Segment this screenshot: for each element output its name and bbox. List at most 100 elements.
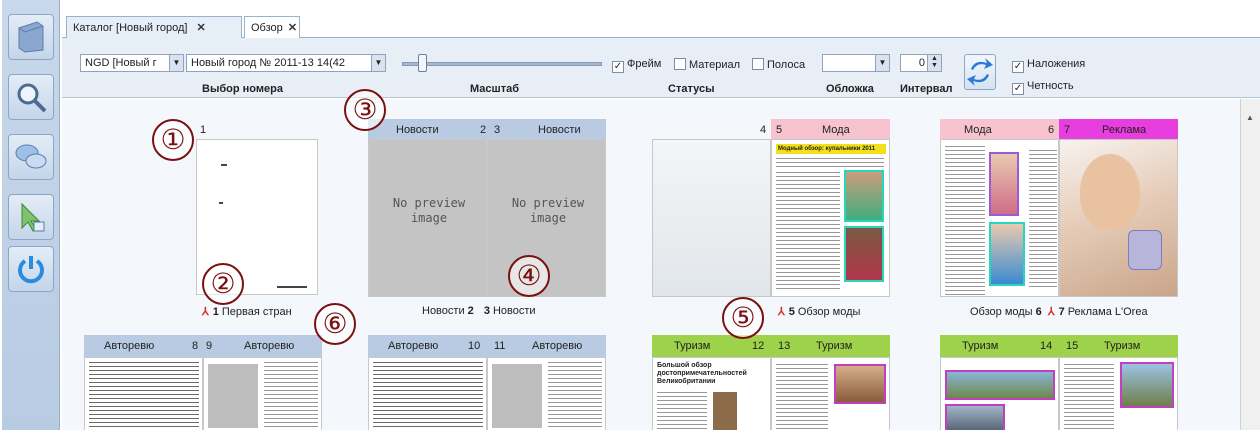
check-icon: ✓ [1012, 61, 1024, 73]
section-label: Туризм [962, 340, 999, 352]
page-number: 7 [1058, 306, 1065, 318]
publication-select[interactable]: NGD [Новый г ▼ [80, 54, 184, 72]
page-title: Первая стран [221, 306, 292, 318]
page-number: 9 [206, 340, 213, 352]
section-label: Авторевю [104, 340, 155, 352]
comments-icon[interactable] [8, 134, 54, 180]
page-title: Обзор моды [970, 306, 1033, 318]
section-label: Новости [396, 124, 439, 136]
page-thumbnail[interactable] [940, 357, 1059, 430]
interval-value: 0 [918, 57, 925, 69]
issue-select-value: Новый город № 2011-13 14(42 [191, 57, 345, 69]
pdf-icon[interactable]: ⅄ [1048, 306, 1055, 318]
chevron-down-icon[interactable]: ▼ [371, 55, 385, 71]
page-thumbnail[interactable] [940, 139, 1059, 297]
scale-slider-thumb[interactable] [418, 54, 427, 72]
tab-overview[interactable]: Обзор ✕ [244, 16, 300, 39]
frame-checkbox[interactable]: ✓ Фрейм [612, 58, 661, 73]
section-label: Авторевю [244, 340, 295, 352]
statuses-label: Статусы [668, 83, 715, 95]
page-thumbnail[interactable]: Большой обзор достопримечательностей Вел… [652, 357, 771, 430]
pdf-icon[interactable]: ⅄ [778, 306, 785, 318]
page-number: 4 [760, 124, 767, 136]
page-thumbnail[interactable] [84, 357, 203, 430]
search-icon[interactable] [8, 74, 54, 120]
strip-label: Полоса [767, 59, 806, 71]
page-number: 1 [200, 124, 207, 136]
interval-input[interactable]: 0 ▲ ▼ [900, 54, 942, 72]
page-number: 10 [468, 340, 481, 352]
page-title: Обзор моды [797, 306, 861, 318]
material-label: Материал [689, 59, 740, 71]
page-thumbnail[interactable] [1059, 357, 1178, 430]
section-label: Туризм [816, 340, 853, 352]
refresh-button[interactable] [964, 54, 996, 90]
left-rail [2, 0, 60, 430]
refresh-icon [967, 58, 993, 86]
page-number: 5 [788, 306, 795, 318]
spread-4-caption: Обзор моды 6 ⅄ 7 Реклама L'Orea [970, 305, 1148, 318]
page-thumbnail[interactable]: No preview image [368, 139, 487, 297]
close-icon[interactable]: ✕ [288, 21, 297, 34]
page-thumbnail[interactable] [1059, 139, 1178, 297]
scale-label: Масштаб [470, 83, 520, 95]
page-thumbnail[interactable] [771, 357, 890, 430]
chevron-down-icon[interactable]: ▼ [169, 55, 183, 71]
page-thumbnail[interactable] [203, 357, 322, 430]
cover-select[interactable]: ▼ [822, 54, 890, 72]
publication-select-value: NGD [Новый г [85, 57, 157, 69]
page-number: 6 [1035, 306, 1042, 318]
annotation-marker: ⑥ [314, 303, 356, 345]
page-title: Новости [492, 305, 536, 317]
approve-cursor-icon[interactable] [8, 194, 54, 240]
overlays-label: Наложения [1027, 58, 1086, 70]
close-icon[interactable]: ✕ [197, 21, 206, 34]
annotation-marker: ④ [508, 255, 550, 297]
headline: Модный обзор: купальники 2011 [776, 144, 886, 154]
page-thumbnail[interactable] [368, 357, 487, 430]
section-label: Реклама [1102, 124, 1147, 136]
check-icon: ✓ [1012, 83, 1024, 95]
section-label: Мода [964, 124, 992, 136]
overlays-checkbox[interactable]: ✓ Наложения [1012, 58, 1085, 73]
no-preview-text: No preview image [511, 196, 585, 225]
issue-select[interactable]: Новый город № 2011-13 14(42 ▼ [186, 54, 386, 72]
scale-slider[interactable] [402, 62, 602, 66]
pdf-icon[interactable]: ⅄ [202, 306, 209, 318]
tab-overview-label: Обзор [251, 22, 283, 34]
page-thumbnail[interactable] [487, 357, 606, 430]
spinner-icon[interactable]: ▲ ▼ [927, 55, 941, 71]
spread-6-header: Авторевю 10 11 Авторевю [368, 335, 606, 357]
section-label: Новости [538, 124, 581, 136]
tab-catalog[interactable]: Каталог [Новый город] ✕ [66, 16, 242, 38]
chevron-down-icon[interactable]: ▼ [875, 55, 889, 71]
page-number: 2 [467, 305, 474, 317]
power-icon[interactable] [8, 246, 54, 292]
parity-checkbox[interactable]: ✓ Четность [1012, 80, 1074, 95]
spread-7-header: Туризм 12 13 Туризм [652, 335, 890, 357]
material-checkbox[interactable]: Материал [674, 58, 740, 71]
page-number: 8 [192, 340, 199, 352]
vertical-scrollbar[interactable]: ▲ [1240, 99, 1260, 430]
page-number: 6 [1048, 124, 1055, 136]
spread-2-caption: Новости 2 3 Новости [422, 305, 536, 317]
spread-3-caption: ⅄ 5 Обзор моды [778, 305, 860, 318]
cover-label: Обложка [826, 83, 874, 95]
spread-2-header: Новости 2 3 Новости [368, 119, 606, 141]
spread-5-header: Авторевю 8 9 Авторевю [84, 335, 322, 357]
annotation-marker: ③ [344, 89, 386, 131]
spread-4-header: Мода 6 7 Реклама [940, 119, 1178, 141]
page-thumbnail[interactable]: Модный обзор: купальники 2011 [771, 139, 890, 297]
spread-8-header: Туризм 14 15 Туризм [940, 335, 1178, 357]
catalog-icon[interactable] [8, 14, 54, 60]
interval-label: Интервал [900, 83, 953, 95]
strip-checkbox[interactable]: Полоса [752, 58, 805, 71]
checkbox-box [674, 58, 686, 70]
no-preview-text: No preview image [392, 196, 466, 225]
page-number: 14 [1040, 340, 1053, 352]
page-thumbnail[interactable] [652, 139, 771, 297]
page-number: 15 [1066, 340, 1079, 352]
frame-label: Фрейм [627, 58, 662, 70]
tab-bar: Каталог [Новый город] ✕ Обзор ✕ [62, 10, 1260, 39]
scroll-up-icon[interactable]: ▲ [1246, 113, 1254, 122]
